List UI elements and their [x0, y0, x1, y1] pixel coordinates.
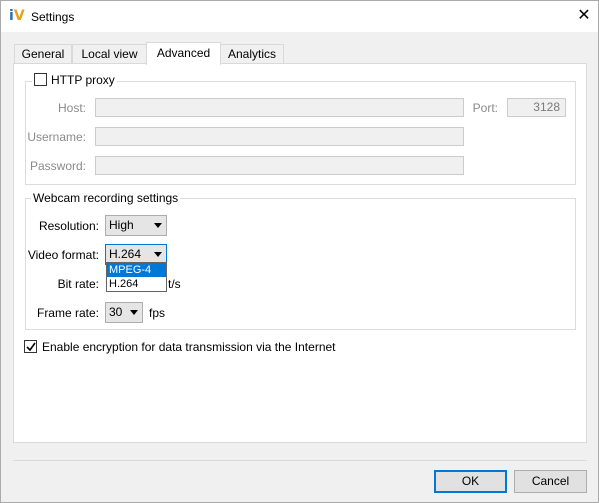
- username-label: Username:: [27, 130, 86, 144]
- host-field[interactable]: [95, 98, 464, 117]
- bitrate-label: Bit rate:: [57, 277, 99, 291]
- tab-local-view[interactable]: Local view: [72, 44, 147, 63]
- framerate-label: Frame rate:: [36, 306, 99, 320]
- dropdown-option-mpeg4[interactable]: MPEG-4: [107, 263, 166, 277]
- password-label: Password:: [29, 159, 86, 173]
- chevron-down-icon: [154, 252, 162, 257]
- advanced-panel: HTTP proxy Host: Port: 3128 Username: Pa…: [13, 63, 587, 443]
- encryption-label: Enable encryption for data transmission …: [42, 340, 336, 354]
- cancel-button[interactable]: Cancel: [514, 470, 587, 493]
- framerate-unit: fps: [149, 306, 166, 320]
- port-label: Port:: [472, 101, 498, 115]
- checkmark-icon: [26, 342, 36, 352]
- http-proxy-label: HTTP proxy: [51, 73, 115, 87]
- footer-divider: [13, 460, 587, 461]
- bitrate-unit: t/s: [168, 277, 181, 291]
- video-format-label: Video format:: [27, 248, 99, 262]
- resolution-select[interactable]: High: [105, 215, 167, 236]
- framerate-value: 30: [109, 305, 123, 319]
- webcam-legend: Webcam recording settings: [31, 191, 181, 205]
- ok-button[interactable]: OK: [434, 470, 507, 493]
- chevron-down-icon: [130, 310, 138, 315]
- title-bar: iV Settings ✕: [1, 1, 598, 32]
- encryption-checkbox[interactable]: [24, 340, 37, 353]
- http-proxy-legend: HTTP proxy: [32, 73, 117, 87]
- resolution-value: High: [109, 218, 134, 232]
- video-format-value: H.264: [109, 247, 142, 261]
- video-format-dropdown: MPEG-4 H.264: [106, 262, 167, 292]
- chevron-down-icon: [154, 223, 162, 228]
- host-label: Host:: [57, 101, 86, 115]
- iv-logo-icon: iV: [9, 8, 25, 24]
- resolution-label: Resolution:: [38, 219, 99, 233]
- window-title: Settings: [31, 10, 75, 24]
- username-field[interactable]: [95, 127, 464, 146]
- port-field[interactable]: 3128: [507, 98, 566, 117]
- framerate-select[interactable]: 30: [105, 302, 143, 323]
- close-icon[interactable]: ✕: [575, 7, 593, 25]
- tab-analytics[interactable]: Analytics: [220, 44, 284, 63]
- dropdown-option-h264[interactable]: H.264: [107, 277, 166, 291]
- password-field[interactable]: [95, 156, 464, 175]
- settings-window: iV Settings ✕ General Local view Advance…: [0, 0, 599, 503]
- tab-general[interactable]: General: [14, 44, 72, 63]
- tab-advanced[interactable]: Advanced: [146, 42, 221, 65]
- http-proxy-checkbox[interactable]: [34, 73, 47, 86]
